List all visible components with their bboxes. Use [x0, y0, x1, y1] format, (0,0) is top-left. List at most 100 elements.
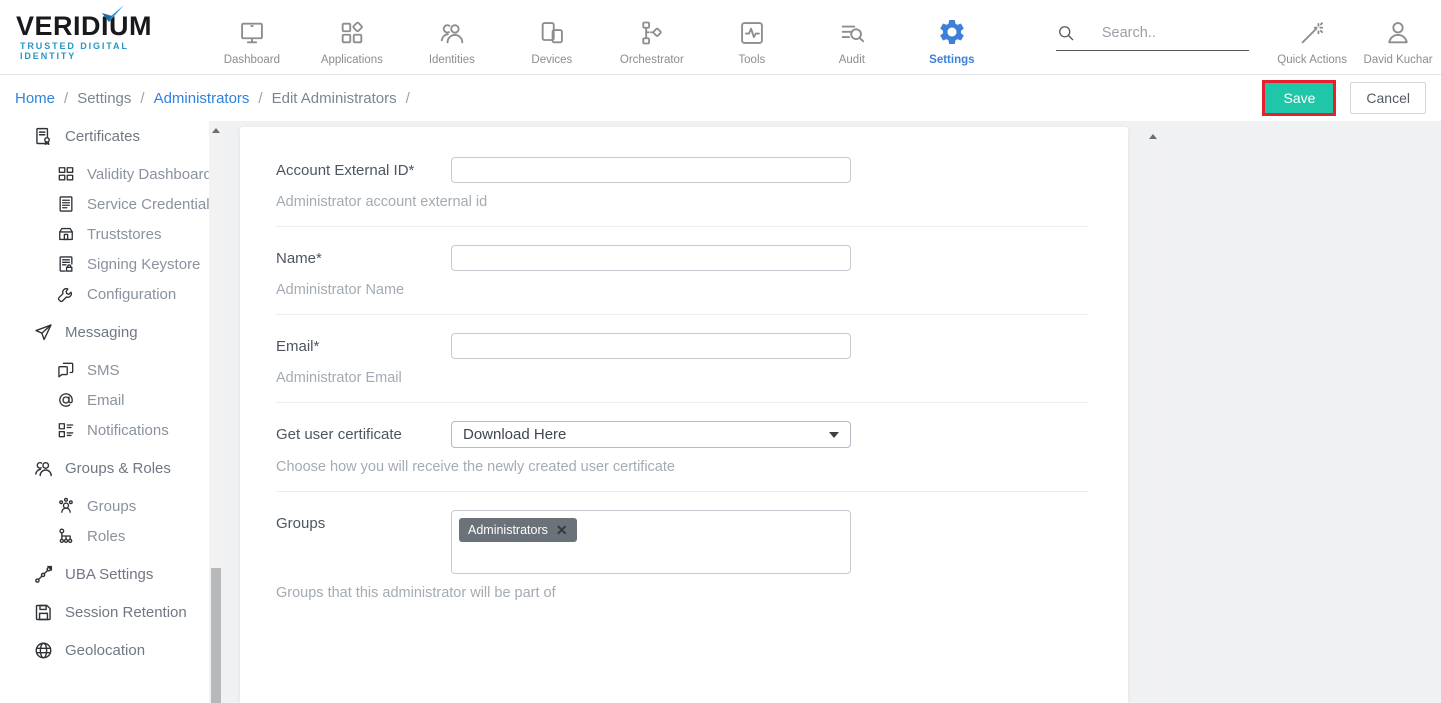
email-field[interactable]	[451, 333, 851, 359]
nav-item-dashboard[interactable]: Dashboard	[202, 9, 302, 66]
groups-icon	[55, 496, 76, 517]
certificate-icon	[33, 126, 54, 147]
sidebar-item-label: Signing Keystore	[87, 256, 200, 273]
sidebar-item-messaging[interactable]: Messaging	[0, 317, 222, 347]
wrench-icon	[55, 284, 76, 305]
sidebar-item-session-retention[interactable]: Session Retention	[0, 597, 222, 627]
field-helper: Administrator Email	[276, 370, 1088, 386]
sidebar-item-service-credentials[interactable]: Service Credentials	[0, 189, 222, 219]
breadcrumb-settings: Settings	[77, 90, 131, 107]
sidebar-item-truststores[interactable]: Truststores	[0, 219, 222, 249]
group-tag: Administrators ✕	[459, 518, 577, 542]
form-row-account-external-id: Account External ID* Administrator accou…	[276, 139, 1088, 227]
identities-icon	[402, 15, 502, 47]
sidebar-item-groups-roles[interactable]: Groups & Roles	[0, 453, 222, 483]
field-label: Name*	[276, 245, 451, 267]
gear-icon	[902, 15, 1002, 47]
devices-icon	[502, 15, 602, 47]
sidebar-item-label: SMS	[87, 362, 120, 379]
nav-item-identities[interactable]: Identities	[402, 9, 502, 66]
sms-icon	[55, 360, 76, 381]
breadcrumb-separator: /	[406, 90, 410, 107]
breadcrumb-home[interactable]: Home	[15, 90, 55, 107]
document-icon	[55, 194, 76, 215]
globe-icon	[33, 640, 54, 661]
main-nav: Dashboard Applications Identities Device…	[202, 9, 1002, 66]
dashboard-icon	[202, 15, 302, 47]
field-helper: Administrator Name	[276, 282, 1088, 298]
sidebar-item-label: Roles	[87, 528, 125, 545]
sidebar-item-groups[interactable]: Groups	[0, 491, 222, 521]
sidebar-item-label: Geolocation	[65, 642, 145, 659]
user-menu[interactable]: David Kuchar	[1355, 9, 1441, 66]
sidebar-item-notifications[interactable]: Notifications	[0, 415, 222, 445]
form-row-groups: Groups Administrators ✕ Groups that this…	[276, 492, 1088, 617]
magic-wand-icon	[1269, 15, 1355, 47]
nav-item-audit[interactable]: Audit	[802, 9, 902, 66]
sidebar-item-label: Session Retention	[65, 604, 187, 621]
scroll-up-arrow[interactable]	[1149, 134, 1157, 139]
sidebar-item-roles[interactable]: Roles	[0, 521, 222, 551]
tools-icon	[702, 15, 802, 47]
sidebar-item-validity-dashboard[interactable]: Validity Dashboard	[0, 159, 222, 189]
nav-item-tools[interactable]: Tools	[702, 9, 802, 66]
audit-icon	[802, 15, 902, 47]
nav-item-devices[interactable]: Devices	[502, 9, 602, 66]
sidebar-item-email[interactable]: Email	[0, 385, 222, 415]
sidebar-item-sms[interactable]: SMS	[0, 355, 222, 385]
floppy-disk-icon	[33, 602, 54, 623]
field-label: Email*	[276, 333, 451, 355]
scroll-up-arrow[interactable]	[212, 128, 220, 133]
nav-item-applications[interactable]: Applications	[302, 9, 402, 66]
at-icon	[55, 390, 76, 411]
scrollbar-thumb[interactable]	[211, 568, 221, 703]
user-icon	[1355, 15, 1441, 47]
sidebar-item-uba-settings[interactable]: UBA Settings	[0, 559, 222, 589]
cancel-button[interactable]: Cancel	[1350, 82, 1426, 114]
sidebar-item-certificates[interactable]: Certificates	[0, 121, 222, 151]
settings-sidebar: Certificates Validity Dashboard Service …	[0, 121, 222, 703]
sidebar-item-label: UBA Settings	[65, 566, 153, 583]
save-button[interactable]: Save	[1265, 83, 1333, 113]
form-row-name: Name* Administrator Name	[276, 227, 1088, 315]
page-actions: Save Cancel	[1262, 80, 1426, 116]
account-external-id-field[interactable]	[451, 157, 851, 183]
field-label: Groups	[276, 510, 451, 532]
breadcrumb-separator: /	[258, 90, 262, 107]
breadcrumb-bar: Home / Settings / Administrators / Edit …	[0, 75, 1441, 121]
notifications-icon	[55, 420, 76, 441]
global-search	[1056, 23, 1249, 51]
remove-tag-icon[interactable]: ✕	[556, 523, 568, 537]
page-body: Certificates Validity Dashboard Service …	[0, 121, 1441, 703]
sidebar-item-geolocation[interactable]: Geolocation	[0, 635, 222, 665]
nav-item-orchestrator[interactable]: Orchestrator	[602, 9, 702, 66]
sidebar-item-label: Notifications	[87, 422, 169, 439]
sidebar-item-label: Certificates	[65, 128, 140, 145]
save-button-highlight: Save	[1262, 80, 1336, 116]
grid-icon	[55, 164, 76, 185]
content-scrollbar[interactable]	[1146, 127, 1160, 703]
sidebar-item-label: Service Credentials	[87, 196, 217, 213]
breadcrumb-separator: /	[140, 90, 144, 107]
field-label: Account External ID*	[276, 157, 451, 179]
group-tag-label: Administrators	[468, 523, 548, 537]
field-helper: Administrator account external id	[276, 194, 1088, 210]
sidebar-item-label: Groups & Roles	[65, 460, 171, 477]
sidebar-item-configuration[interactable]: Configuration	[0, 279, 222, 309]
breadcrumb-administrators[interactable]: Administrators	[154, 90, 250, 107]
search-input[interactable]	[1102, 25, 1242, 41]
sidebar-item-label: Validity Dashboard	[87, 166, 212, 183]
nav-item-settings[interactable]: Settings	[902, 9, 1002, 66]
veridium-tagline: TRUSTED DIGITAL IDENTITY	[20, 41, 188, 61]
sidebar-item-signing-keystore[interactable]: Signing Keystore	[0, 249, 222, 279]
groups-multiselect[interactable]: Administrators ✕	[451, 510, 851, 574]
get-user-certificate-select[interactable]: Download Here	[451, 421, 851, 448]
veridium-logo[interactable]: VERIDIUM TRUSTED DIGITAL IDENTITY	[16, 13, 188, 61]
quick-actions-button[interactable]: Quick Actions	[1269, 9, 1355, 66]
people-icon	[33, 458, 54, 479]
name-field[interactable]	[451, 245, 851, 271]
network-icon	[33, 564, 54, 585]
edit-administrator-form: Account External ID* Administrator accou…	[240, 127, 1128, 703]
sidebar-scrollbar[interactable]	[209, 121, 222, 703]
top-navigation-bar: VERIDIUM TRUSTED DIGITAL IDENTITY Dashbo…	[0, 0, 1441, 75]
